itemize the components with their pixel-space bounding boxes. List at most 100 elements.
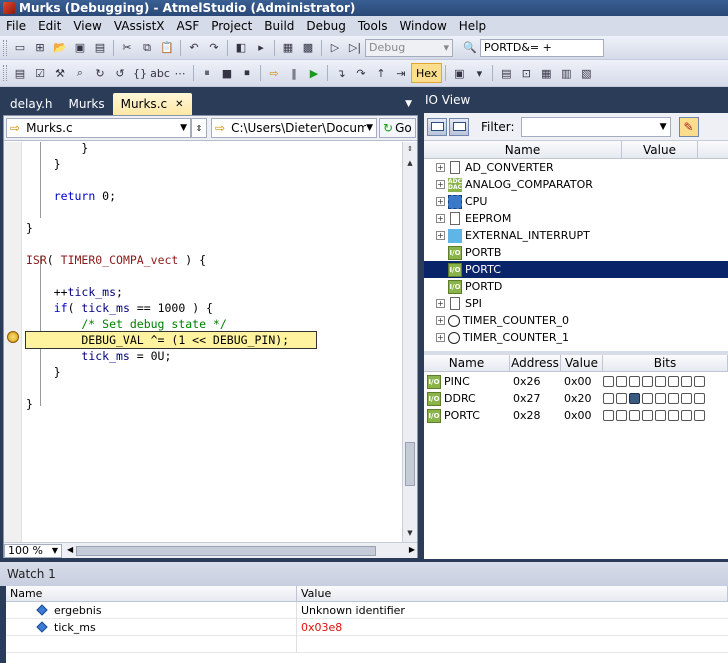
device-programming-icon[interactable]: ▤ bbox=[11, 64, 29, 82]
spell-check-icon[interactable]: abc bbox=[150, 64, 170, 82]
open-file-in-solution-icon[interactable]: ↺ bbox=[111, 64, 129, 82]
expand-icon[interactable]: + bbox=[436, 299, 445, 308]
processor-view-icon[interactable]: ▥ bbox=[557, 64, 575, 82]
horizontal-scrollbar[interactable]: ◀ ▶ bbox=[66, 543, 417, 558]
register-bit[interactable] bbox=[629, 393, 640, 404]
register-bit[interactable] bbox=[629, 376, 640, 387]
registers-icon[interactable]: ⊡ bbox=[517, 64, 535, 82]
register-bit[interactable] bbox=[655, 393, 666, 404]
new-project-icon[interactable]: ▭ bbox=[11, 39, 29, 57]
step-into-icon[interactable]: ↴ bbox=[332, 64, 350, 82]
expand-icon[interactable]: + bbox=[436, 333, 445, 342]
filter-input[interactable]: ▼ bbox=[520, 116, 671, 137]
register-row-portc[interactable]: I/O PORTC 0x28 0x00 bbox=[424, 407, 728, 424]
column-name[interactable]: Name bbox=[424, 141, 622, 158]
expand-icon[interactable]: + bbox=[436, 214, 445, 223]
rebuild-icon[interactable]: ▩ bbox=[299, 39, 317, 57]
clear-filter-icon[interactable]: ✎ bbox=[678, 116, 699, 137]
redo-icon[interactable]: ↷ bbox=[205, 39, 223, 57]
cut-icon[interactable]: ✂ bbox=[118, 39, 136, 57]
tree-item-eeprom[interactable]: + EEPROM bbox=[424, 210, 728, 227]
add-item-icon[interactable]: ⊞ bbox=[31, 39, 49, 57]
tree-item-portd[interactable]: I/O PORTD bbox=[424, 278, 728, 295]
menu-view[interactable]: View bbox=[67, 16, 107, 36]
toolbar-grip[interactable] bbox=[3, 65, 7, 81]
register-bit[interactable] bbox=[694, 393, 705, 404]
expand-icon[interactable]: + bbox=[436, 180, 445, 189]
register-bit[interactable] bbox=[629, 410, 640, 421]
pause-icon[interactable]: ‖ bbox=[285, 64, 303, 82]
scroll-up-icon[interactable]: ▲ bbox=[405, 158, 415, 168]
symbol-select[interactable]: ⇨ C:\Users\Dieter\Docum ▼ bbox=[211, 118, 377, 138]
tree-item-timer-counter-0[interactable]: + TIMER_COUNTER_0 bbox=[424, 312, 728, 329]
solution-configuration-select[interactable]: Debug ▾ bbox=[365, 38, 453, 57]
run-to-cursor-icon[interactable]: ⇥ bbox=[392, 64, 410, 82]
tree-item-cpu[interactable]: + CPU bbox=[424, 193, 728, 210]
register-row-pinc[interactable]: I/O PINC 0x26 0x00 bbox=[424, 373, 728, 390]
expand-icon[interactable]: + bbox=[436, 163, 445, 172]
register-bit[interactable] bbox=[603, 393, 614, 404]
start-debugging-icon[interactable]: ▷ bbox=[326, 39, 344, 57]
restart-icon[interactable]: ⏹ bbox=[238, 64, 256, 82]
scroll-right-icon[interactable]: ▶ bbox=[409, 545, 415, 554]
register-value[interactable]: 0x20 bbox=[561, 392, 603, 405]
tree-item-timer-counter-1[interactable]: + TIMER_COUNTER_1 bbox=[424, 329, 728, 346]
column-address[interactable]: Address bbox=[510, 355, 561, 371]
chevron-down-icon[interactable]: ▾ bbox=[470, 64, 488, 82]
find-symbol-icon[interactable]: ⌕ bbox=[71, 64, 89, 82]
tree-item-external-interrupt[interactable]: + EXTERNAL_INTERRUPT bbox=[424, 227, 728, 244]
start-without-debugging-icon[interactable]: ▷| bbox=[346, 39, 364, 57]
step-out-icon[interactable]: ↑ bbox=[372, 64, 390, 82]
register-bit[interactable] bbox=[642, 376, 653, 387]
save-all-icon[interactable]: ▤ bbox=[91, 39, 109, 57]
expand-icon[interactable]: + bbox=[436, 316, 445, 325]
register-bit[interactable] bbox=[694, 376, 705, 387]
menu-asf[interactable]: ASF bbox=[171, 16, 206, 36]
menu-help[interactable]: Help bbox=[453, 16, 492, 36]
io-view-icon[interactable]: ▧ bbox=[577, 64, 595, 82]
build-icon[interactable]: ▦ bbox=[279, 39, 297, 57]
register-bit[interactable] bbox=[681, 410, 692, 421]
tree-item-portb[interactable]: I/O PORTB bbox=[424, 244, 728, 261]
column-register-value[interactable]: Value bbox=[561, 355, 603, 371]
register-bit[interactable] bbox=[603, 410, 614, 421]
show-next-statement-icon[interactable]: ⇨ bbox=[265, 64, 283, 82]
expand-icon[interactable]: + bbox=[436, 231, 445, 240]
step-over-icon[interactable]: ↷ bbox=[352, 64, 370, 82]
watch-row-ergebnis[interactable]: ergebnis Unknown identifier bbox=[6, 601, 728, 619]
register-value[interactable]: 0x00 bbox=[561, 409, 603, 422]
scroll-down-icon[interactable]: ▼ bbox=[405, 528, 415, 538]
split-stepper[interactable]: ⇕ bbox=[191, 118, 207, 138]
find-in-files-icon[interactable]: 🔍 bbox=[461, 39, 479, 57]
register-bit[interactable] bbox=[642, 393, 653, 404]
register-bit[interactable] bbox=[668, 393, 679, 404]
hex-display-toggle[interactable]: Hex bbox=[411, 63, 443, 83]
goto-definition-icon[interactable]: ↻ bbox=[91, 64, 109, 82]
register-bit[interactable] bbox=[668, 376, 679, 387]
navigate-backward-icon[interactable]: ◧ bbox=[232, 39, 250, 57]
continue-icon[interactable]: ▶ bbox=[305, 64, 323, 82]
menu-project[interactable]: Project bbox=[205, 16, 258, 36]
layout-horizontal-icon[interactable] bbox=[427, 117, 447, 136]
register-bit[interactable] bbox=[694, 410, 705, 421]
watch-row-empty[interactable] bbox=[6, 635, 728, 653]
watch-name-cell[interactable] bbox=[6, 635, 297, 653]
close-icon[interactable]: ✕ bbox=[175, 99, 183, 110]
open-file-icon[interactable]: 📂 bbox=[51, 39, 69, 57]
column-register-name[interactable]: Name bbox=[424, 355, 510, 371]
undo-icon[interactable]: ↶ bbox=[185, 39, 203, 57]
tab-murks[interactable]: Murks bbox=[61, 93, 113, 115]
column-watch-name[interactable]: Name bbox=[6, 586, 297, 601]
register-bit[interactable] bbox=[616, 393, 627, 404]
scroll-thumb[interactable] bbox=[405, 442, 415, 486]
register-value[interactable]: 0x00 bbox=[561, 375, 603, 388]
register-row-ddrc[interactable]: I/O DDRC 0x27 0x20 bbox=[424, 390, 728, 407]
tree-item-analog-comparator[interactable]: + ADC DAC ANALOG_COMPARATOR bbox=[424, 176, 728, 193]
menu-file[interactable]: File bbox=[0, 16, 32, 36]
tree-item-spi[interactable]: + SPI bbox=[424, 295, 728, 312]
register-bit[interactable] bbox=[655, 410, 666, 421]
tree-item-ad-converter[interactable]: + AD_CONVERTER bbox=[424, 159, 728, 176]
vertical-scrollbar[interactable]: ⇕ ▲ ▼ bbox=[402, 142, 417, 542]
menu-edit[interactable]: Edit bbox=[32, 16, 67, 36]
column-watch-value[interactable]: Value bbox=[297, 586, 728, 601]
